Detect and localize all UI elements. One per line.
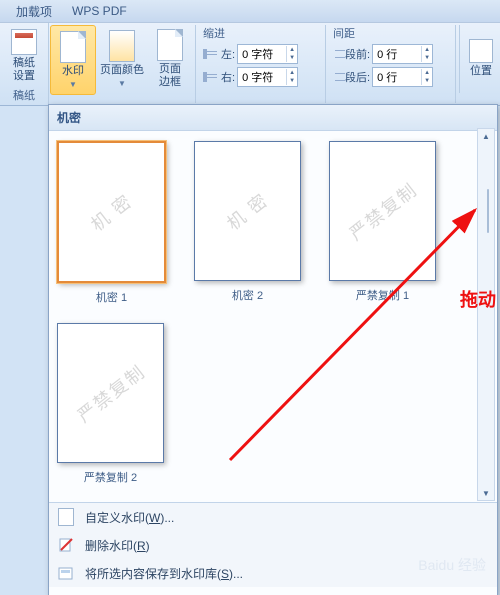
paper-settings-button[interactable]: 稿纸 设置 (2, 29, 46, 83)
indent-right-input[interactable]: ▲▼ (237, 67, 298, 87)
spin-down[interactable]: ▼ (422, 54, 432, 62)
position-icon (469, 39, 493, 63)
spacing-after-input[interactable]: ▲▼ (372, 67, 433, 87)
chevron-down-icon: ▼ (69, 80, 77, 89)
indent-left-icon (203, 49, 221, 59)
tab-wps-pdf[interactable]: WPS PDF (62, 2, 137, 20)
tab-addins[interactable]: 加载项 (6, 1, 62, 22)
watermark-caption: 严禁复制 2 (84, 469, 137, 485)
spin-up[interactable]: ▲ (287, 69, 297, 77)
spin-down[interactable]: ▼ (422, 77, 432, 85)
watermark-icon (60, 31, 86, 63)
indent-group: 缩进 左: ▲▼ 右: ▲▼ (197, 23, 324, 105)
dropdown-footer: 自定义水印(W)... 删除水印(R) 将所选内容保存到水印库(S)... (49, 502, 497, 587)
watermark-thumbnail: 严禁复制 (57, 323, 164, 463)
watermark-option-2[interactable]: 机 密机密 2 (194, 141, 301, 305)
watermark-thumbnail: 严禁复制 (329, 141, 436, 281)
watermark-caption: 严禁复制 1 (356, 287, 409, 303)
page-border-icon (157, 29, 183, 61)
scroll-down-button[interactable]: ▼ (478, 486, 494, 500)
watermark-thumbnail: 机 密 (57, 141, 166, 283)
watermark-text: 机 密 (221, 186, 274, 235)
watermark-caption: 机密 1 (96, 289, 127, 305)
paper-icon (11, 29, 37, 55)
watermark-option-4[interactable]: 严禁复制严禁复制 2 (57, 323, 164, 485)
page-color-icon (109, 30, 135, 62)
watermark-text: 机 密 (85, 187, 138, 236)
watermark-caption: 机密 2 (232, 287, 263, 303)
watermark-dropdown: 机密 机 密机密 1机 密机密 2严禁复制严禁复制 1严禁复制严禁复制 2 自定… (48, 104, 498, 595)
watermark-thumbnail: 机 密 (194, 141, 301, 281)
page-color-button[interactable]: 页面颜色 ▼ (100, 25, 144, 93)
ribbon-group-label-paper: 稿纸 (13, 87, 35, 105)
watermark-gallery: 机 密机密 1机 密机密 2严禁复制严禁复制 1严禁复制严禁复制 2 (49, 131, 497, 502)
dropdown-section-header: 机密 (49, 105, 497, 131)
watermark-text: 严禁复制 (71, 358, 150, 428)
watermark-text: 严禁复制 (343, 176, 422, 246)
watermark-button[interactable]: 水印 ▼ (50, 25, 96, 95)
spacing-group: 间距 段前: ▲▼ 段后: ▲▼ (327, 23, 454, 105)
save-library-icon (57, 564, 75, 582)
spin-up[interactable]: ▲ (287, 46, 297, 54)
spacing-before-icon (333, 49, 345, 59)
chevron-down-icon: ▼ (118, 79, 126, 88)
spin-down[interactable]: ▼ (287, 54, 297, 62)
scroll-up-button[interactable]: ▲ (478, 129, 494, 143)
ribbon: 稿纸 设置 稿纸 水印 ▼ 页面颜色 ▼ 页面 边框 缩进 (0, 23, 500, 106)
scroll-thumb[interactable] (487, 189, 489, 233)
ribbon-group-paper: 稿纸 设置 稿纸 (0, 23, 49, 105)
menu-save-to-library[interactable]: 将所选内容保存到水印库(S)... (49, 559, 497, 587)
spin-down[interactable]: ▼ (287, 77, 297, 85)
spin-up[interactable]: ▲ (422, 46, 432, 54)
position-button[interactable]: 位置 (459, 25, 498, 93)
watermark-option-3[interactable]: 严禁复制严禁复制 1 (329, 141, 436, 305)
gallery-scrollbar[interactable]: ▲ ▼ (477, 128, 495, 501)
tab-bar: 加载项 WPS PDF (0, 0, 500, 23)
menu-custom-watermark[interactable]: 自定义水印(W)... (49, 503, 497, 531)
spacing-after-icon (333, 72, 345, 82)
remove-watermark-icon (57, 536, 75, 554)
watermark-option-1[interactable]: 机 密机密 1 (57, 141, 166, 305)
page-border-button[interactable]: 页面 边框 (148, 25, 192, 93)
spin-up[interactable]: ▲ (422, 69, 432, 77)
indent-left-input[interactable]: ▲▼ (237, 44, 298, 64)
custom-watermark-icon (57, 508, 75, 526)
menu-remove-watermark[interactable]: 删除水印(R) (49, 531, 497, 559)
spacing-before-input[interactable]: ▲▼ (372, 44, 433, 64)
indent-right-icon (203, 72, 221, 82)
annotation-label: 拖动 (460, 286, 496, 312)
